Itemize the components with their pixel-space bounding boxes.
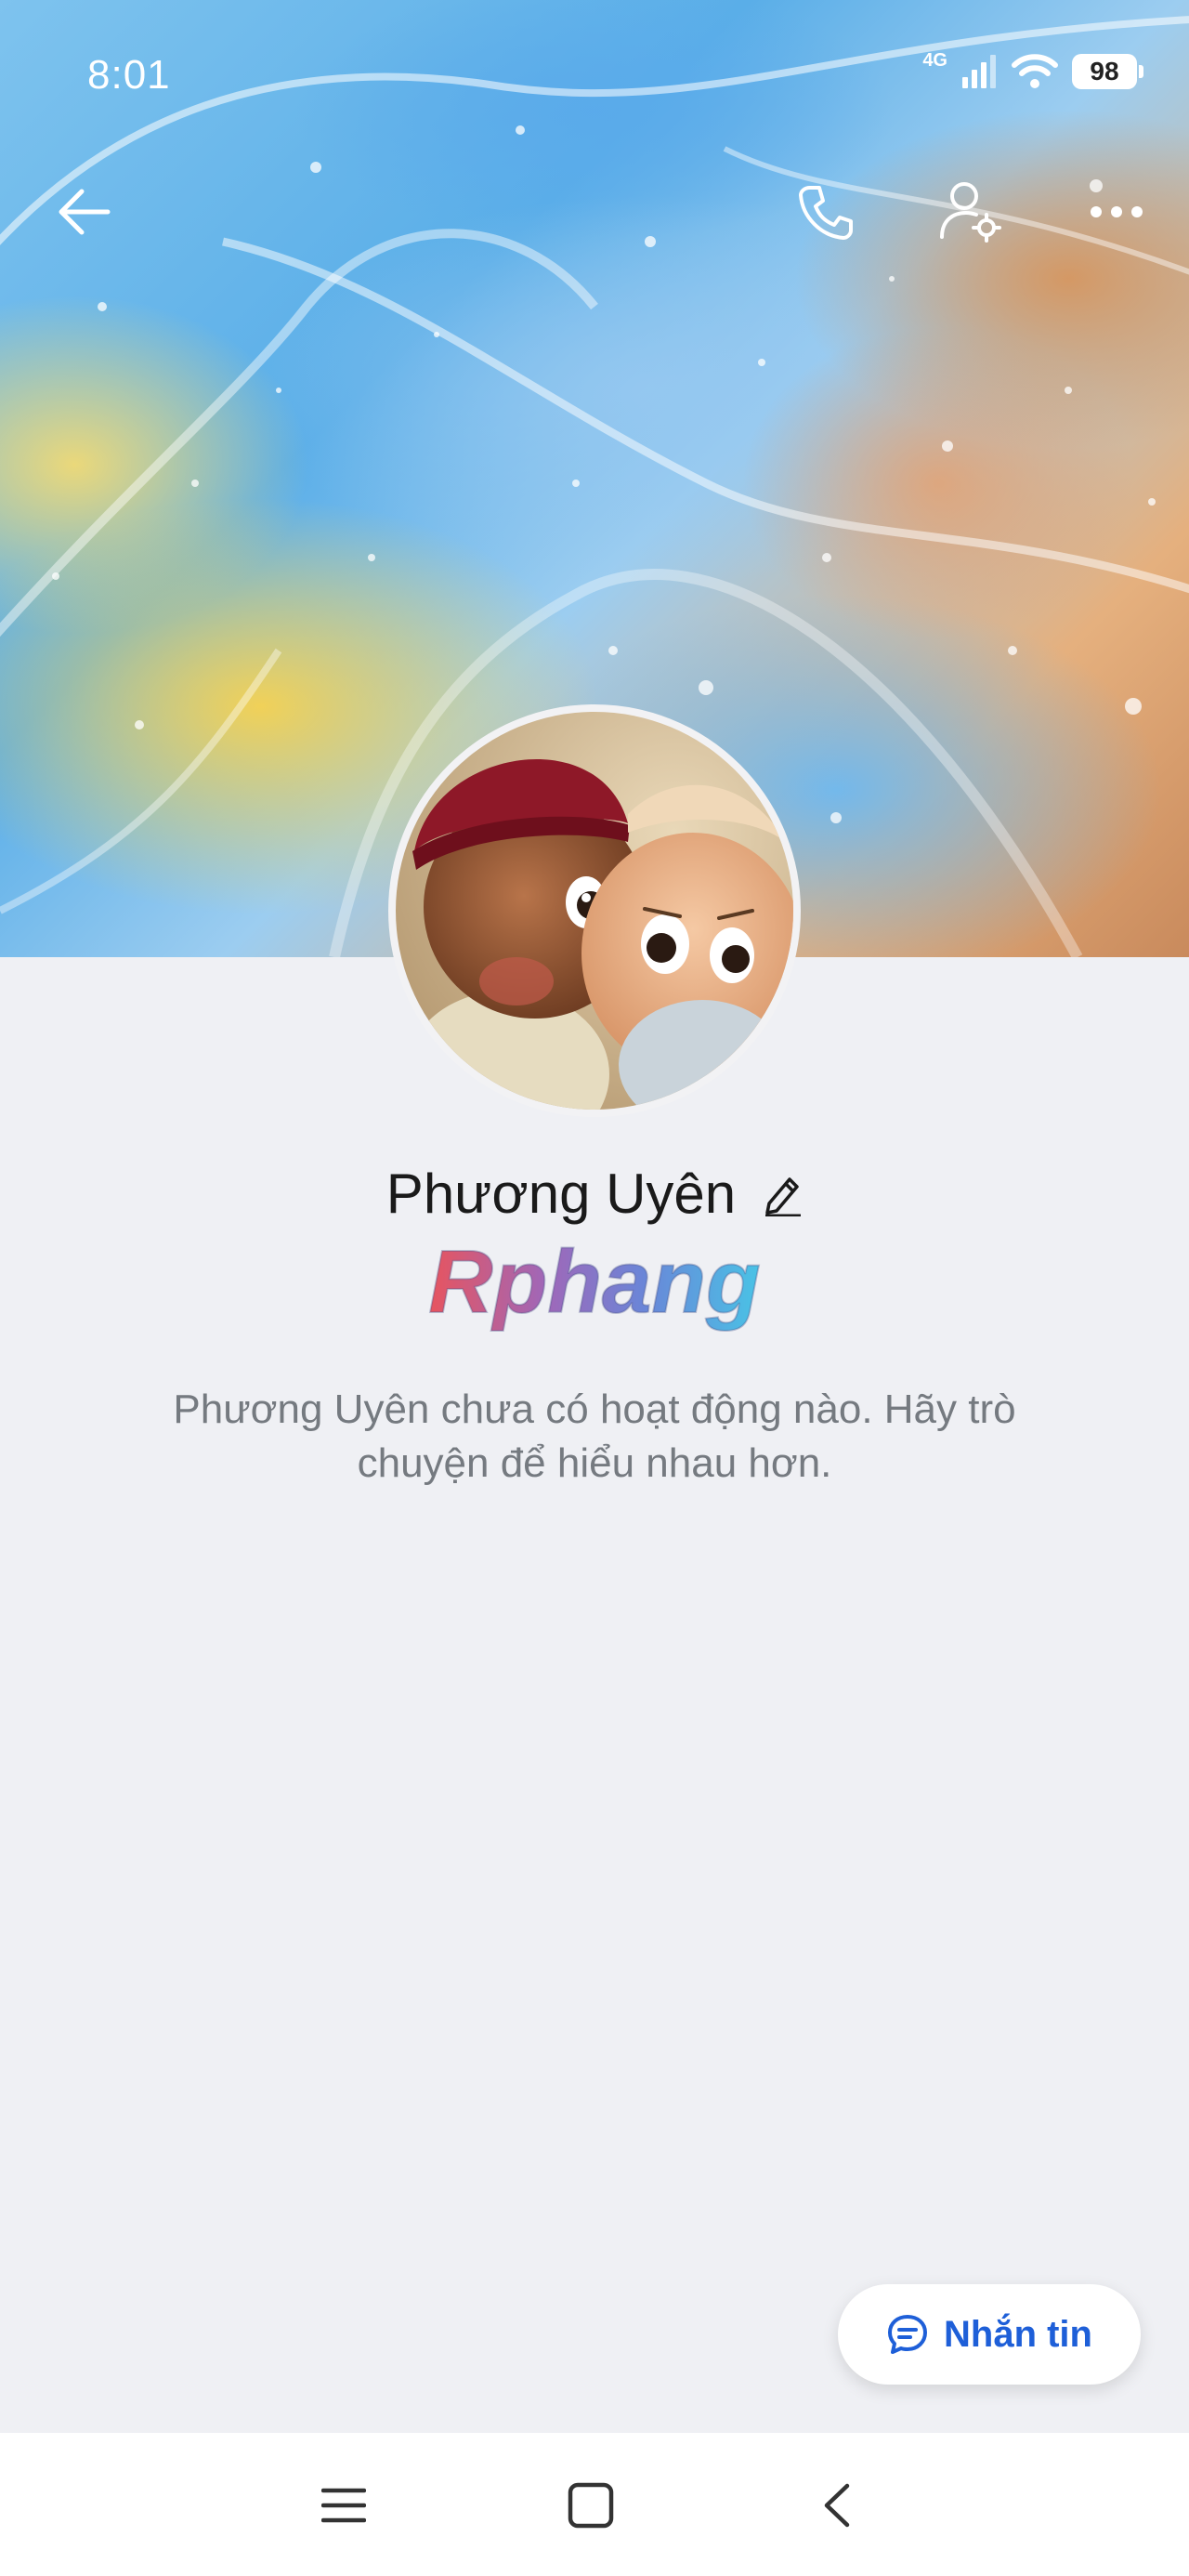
network-type: 4G (922, 49, 947, 71)
arrow-left-icon (59, 189, 111, 235)
battery-level: 98 (1090, 57, 1119, 85)
status-time: 8:01 (87, 52, 171, 98)
watermark-text: Rphang (428, 1236, 760, 1332)
profile-settings-button[interactable] (934, 175, 1008, 249)
chevron-left-icon (824, 2483, 850, 2528)
recent-apps-button[interactable] (297, 2459, 390, 2552)
avatar[interactable] (388, 704, 801, 1117)
profile-name-row: Phương Uyên (0, 1162, 1189, 1226)
back-button[interactable] (46, 175, 121, 249)
empty-activity-message: Phương Uyên chưa có hoạt động nào. Hãy t… (173, 1387, 1016, 1486)
more-options-button[interactable] (1079, 175, 1154, 249)
wifi-icon (1012, 54, 1058, 88)
watermark-logo: Rphang (427, 1236, 761, 1333)
message-button-label: Nhắn tin (944, 2313, 1092, 2355)
more-dots-icon (1091, 206, 1143, 217)
chat-bubble-icon (888, 2315, 927, 2354)
phone-icon (799, 186, 853, 240)
square-home-icon (568, 2482, 614, 2529)
user-settings-icon (940, 182, 1001, 243)
profile-name: Phương Uyên (385, 1163, 737, 1225)
avatar-image (396, 712, 793, 1110)
home-button[interactable] (544, 2459, 637, 2552)
message-button[interactable]: Nhắn tin (838, 2284, 1141, 2385)
call-button[interactable] (790, 175, 864, 249)
battery-icon: 98 (1072, 54, 1143, 89)
signal-icon (962, 55, 996, 88)
system-back-button[interactable] (790, 2459, 882, 2552)
pencil-icon[interactable] (762, 1172, 803, 1216)
menu-lines-icon (321, 2488, 366, 2523)
status-icons: 4G 98 (922, 50, 1143, 89)
system-navigation-bar (0, 2433, 1189, 2576)
